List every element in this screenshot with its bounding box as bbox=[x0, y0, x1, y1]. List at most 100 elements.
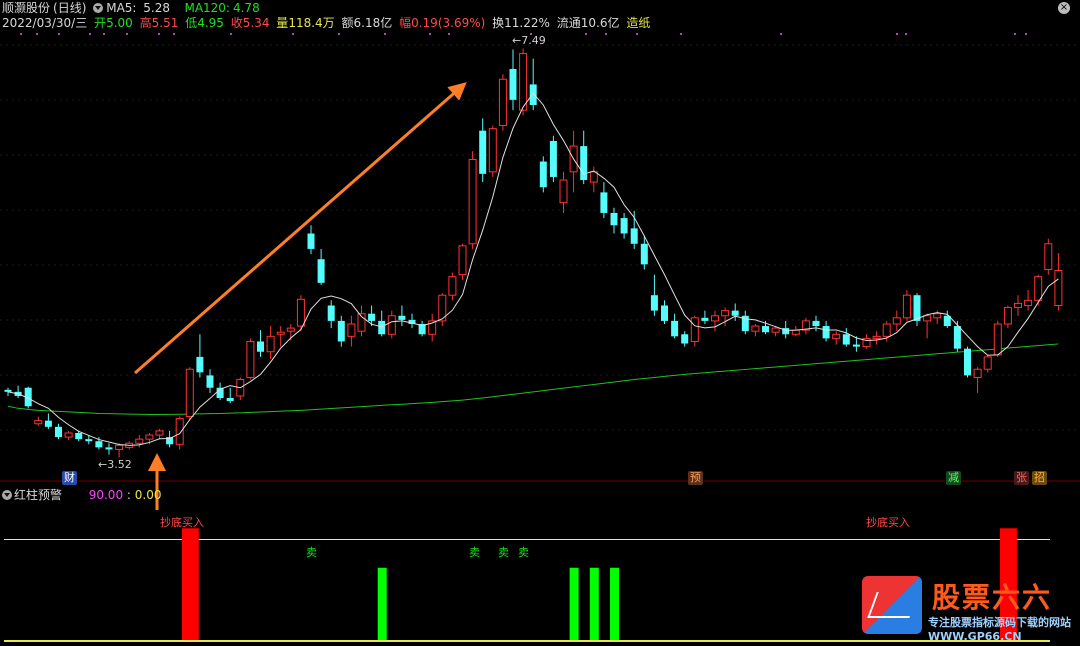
badge-cai[interactable]: 财 bbox=[62, 471, 77, 485]
candle-body bbox=[498, 78, 507, 127]
candle-body bbox=[771, 327, 780, 333]
candle-body bbox=[882, 323, 891, 337]
candle-body bbox=[286, 327, 295, 332]
signal-buy-right: 抄底买入 bbox=[866, 516, 910, 529]
float-label: 流通 bbox=[556, 16, 581, 30]
candle-body bbox=[762, 326, 769, 333]
top-dot bbox=[89, 33, 91, 35]
watermark-logo-icon bbox=[862, 576, 922, 634]
header-line-2: 2022/03/30/三 开5.00 高5.51 低4.95 收5.34 量11… bbox=[2, 15, 653, 31]
candle-body bbox=[95, 441, 103, 448]
candle-body bbox=[226, 398, 234, 402]
ma120-label: MA120: bbox=[184, 1, 230, 15]
date-label: 2022/03/30/三 bbox=[2, 16, 88, 30]
low-value: 4.95 bbox=[197, 16, 224, 30]
candle-body bbox=[983, 356, 992, 370]
top-dot bbox=[636, 33, 638, 35]
candle-body bbox=[327, 305, 335, 321]
amount-value: 6.18亿 bbox=[353, 16, 393, 30]
top-dot bbox=[20, 33, 22, 35]
amount-label: 额 bbox=[341, 16, 354, 30]
top-dot bbox=[103, 33, 105, 35]
volume-value: 118.4万 bbox=[288, 16, 335, 30]
turnover-label: 换 bbox=[492, 16, 505, 30]
indicator-name[interactable]: 红柱预警 bbox=[14, 488, 62, 502]
candle-body bbox=[1044, 243, 1053, 270]
candle-body bbox=[206, 375, 214, 388]
candle-body bbox=[488, 128, 497, 173]
candle-body bbox=[1024, 299, 1033, 306]
candle-body bbox=[539, 161, 547, 188]
top-dot bbox=[173, 33, 175, 35]
signal-buy-left: 抄底买入 bbox=[160, 516, 204, 529]
indicator-value-2: 0.00 bbox=[134, 488, 162, 502]
top-dot bbox=[1025, 33, 1027, 35]
kline-chart[interactable] bbox=[0, 0, 1080, 646]
high-value: 5.51 bbox=[151, 16, 179, 30]
green-signal-bar bbox=[377, 567, 387, 641]
dropdown-icon[interactable] bbox=[93, 3, 104, 13]
indicator-header: 红柱预警 90.00 : 0.00 bbox=[2, 486, 162, 503]
chart-header: 顺灏股份 (日线) MA5: 5.28 MA120: 4.78 2022/03/30… bbox=[0, 0, 1080, 32]
signal-sell-3: 卖 bbox=[498, 546, 509, 559]
period-label[interactable]: (日线) bbox=[53, 1, 86, 15]
close-icon[interactable]: × bbox=[1058, 2, 1070, 14]
sector-label[interactable]: 造纸 bbox=[626, 16, 650, 30]
ma5-line bbox=[7, 92, 1059, 446]
green-signal-bar bbox=[610, 567, 619, 641]
high-price-value: 7.49 bbox=[521, 34, 546, 47]
badge-zhang[interactable]: 张 bbox=[1014, 471, 1029, 485]
top-dot bbox=[338, 33, 340, 35]
candle-body bbox=[75, 432, 83, 440]
candle-body bbox=[610, 212, 618, 226]
candle-body bbox=[509, 68, 517, 100]
candle-body bbox=[1034, 276, 1043, 301]
candle-body bbox=[398, 315, 406, 320]
candle-body bbox=[973, 368, 982, 378]
candle-body bbox=[791, 329, 800, 335]
candle-body bbox=[902, 294, 911, 319]
candle-body bbox=[1003, 307, 1012, 325]
candle-body bbox=[4, 389, 12, 392]
top-dot bbox=[58, 33, 60, 35]
candle-body bbox=[337, 320, 345, 342]
candle-body bbox=[832, 333, 841, 339]
candle-body bbox=[993, 323, 1002, 356]
top-dot bbox=[384, 33, 386, 35]
candle-body bbox=[196, 356, 204, 373]
candle-body bbox=[913, 295, 921, 321]
badge-jian[interactable]: 减 bbox=[946, 471, 961, 485]
candle-body bbox=[589, 171, 598, 183]
watermark-subtitle: 专注股票指标源码下载的网站 WWW.GP66.CN bbox=[928, 616, 1071, 643]
candle-body bbox=[671, 320, 679, 337]
candle-body bbox=[307, 233, 315, 249]
candle-body bbox=[842, 334, 850, 345]
candle-body bbox=[105, 447, 113, 450]
candle-body bbox=[458, 245, 467, 276]
candle-body bbox=[368, 313, 376, 321]
top-dot bbox=[905, 33, 907, 35]
indicator-dropdown-icon[interactable] bbox=[2, 490, 12, 500]
top-dot bbox=[605, 33, 607, 35]
candle-body bbox=[529, 84, 537, 105]
candle-body bbox=[1054, 270, 1063, 306]
stock-name[interactable]: 顺灏股份 bbox=[2, 1, 50, 15]
candle-body bbox=[701, 317, 709, 321]
green-signal-bar bbox=[569, 567, 579, 641]
candle-body bbox=[448, 276, 457, 296]
candle-body bbox=[347, 323, 356, 337]
candle-body bbox=[690, 317, 699, 342]
candle-body bbox=[630, 228, 638, 244]
badge-jiao[interactable]: 招 bbox=[1032, 471, 1047, 485]
candle-body bbox=[115, 444, 124, 450]
candle-body bbox=[872, 335, 881, 339]
turnover-value: 11.22% bbox=[504, 16, 550, 30]
top-dot bbox=[448, 33, 450, 35]
uptrend-arrow bbox=[134, 82, 467, 375]
top-dot bbox=[780, 33, 782, 35]
badge-yu[interactable]: 预 bbox=[688, 471, 703, 485]
red-signal-bar bbox=[181, 528, 199, 641]
signal-sell-1: 卖 bbox=[306, 546, 317, 559]
change-value: 0.19(3.69%) bbox=[411, 16, 486, 30]
high-price-tag: ←7.49 bbox=[512, 34, 546, 47]
